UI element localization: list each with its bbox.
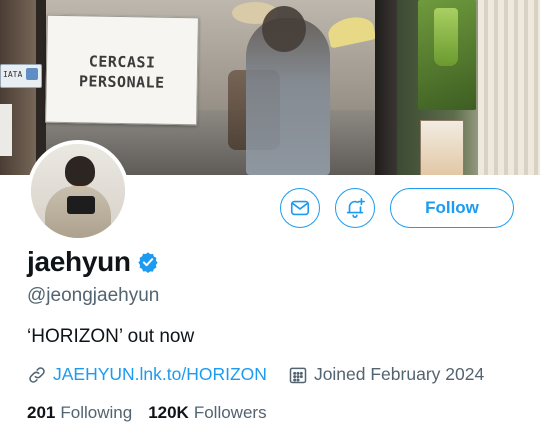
sign-line-2: PERSONALE xyxy=(78,72,165,92)
banner-small-sign xyxy=(0,104,12,156)
sign-line-1: CERCASI xyxy=(88,52,156,72)
followers-label: Followers xyxy=(193,403,267,422)
following-stat[interactable]: 201 Following xyxy=(27,403,132,423)
banner-door-frame xyxy=(375,0,397,175)
message-button[interactable] xyxy=(280,188,320,228)
joined-date: Joined February 2024 xyxy=(288,364,484,385)
banner-food-card xyxy=(420,120,464,175)
banner-green-cup xyxy=(434,8,458,66)
banner-iata-tag: IATA xyxy=(0,64,42,88)
banner-curtain xyxy=(478,0,540,175)
joined-text: Joined February 2024 xyxy=(313,364,485,384)
profile-page: IATA CERCASI PERSONALE Follow jaehyun @j… xyxy=(0,0,540,448)
profile-handle: @jeongjaehyun xyxy=(27,285,160,306)
verified-badge-icon[interactable] xyxy=(137,251,159,273)
followers-count: 120K xyxy=(148,403,189,422)
banner-hiring-sign: CERCASI PERSONALE xyxy=(45,14,199,126)
profile-link[interactable]: JAEHYUN.lnk.to/HORIZON xyxy=(53,364,267,385)
avatar-body xyxy=(45,186,111,238)
follow-button[interactable]: Follow xyxy=(390,188,514,228)
calendar-icon xyxy=(288,365,308,385)
banner-person-head xyxy=(262,6,306,52)
profile-stats: 201 Following 120K Followers xyxy=(27,403,267,423)
envelope-icon xyxy=(290,200,310,216)
profile-meta-row: JAEHYUN.lnk.to/HORIZON Joined February 2… xyxy=(27,364,484,385)
banner-tag-text: IATA xyxy=(3,70,23,79)
link-icon xyxy=(27,365,47,385)
profile-bio: ‘HORIZON’ out now xyxy=(27,326,195,347)
avatar-camera xyxy=(67,196,95,214)
profile-name-row: jaehyun xyxy=(27,246,159,278)
bell-plus-icon xyxy=(346,198,365,218)
notifications-button[interactable] xyxy=(335,188,375,228)
avatar[interactable] xyxy=(27,140,129,242)
display-name: jaehyun xyxy=(27,246,131,277)
following-count: 201 xyxy=(27,403,56,422)
avatar-hair xyxy=(65,156,95,186)
banner-tag-icon xyxy=(26,68,38,80)
following-label: Following xyxy=(60,403,133,422)
followers-stat[interactable]: 120K Followers xyxy=(148,403,266,423)
